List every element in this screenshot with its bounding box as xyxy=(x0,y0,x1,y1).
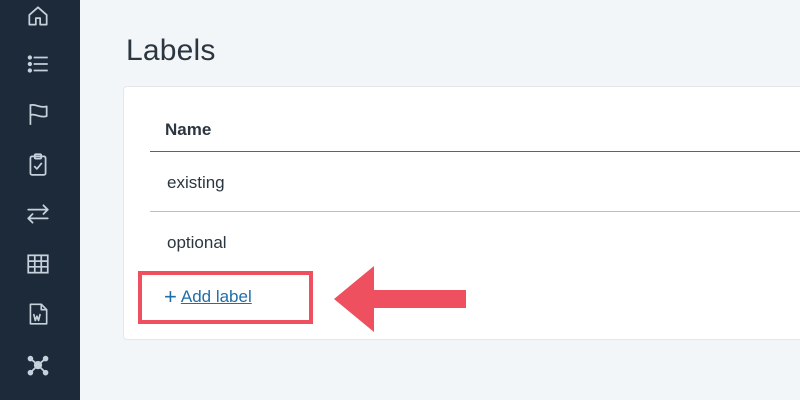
list-icon[interactable] xyxy=(22,48,54,80)
sidebar xyxy=(0,0,80,400)
clipboard-check-icon[interactable] xyxy=(22,148,54,180)
annotation-arrow-icon xyxy=(334,266,466,332)
name-column-header[interactable]: Name xyxy=(165,120,211,140)
table-grid-icon[interactable] xyxy=(22,248,54,280)
flag-icon[interactable] xyxy=(22,98,54,130)
page-title: Labels xyxy=(126,34,216,67)
word-document-icon[interactable] xyxy=(22,298,54,330)
annotation-highlight-box xyxy=(138,271,313,324)
home-icon[interactable] xyxy=(22,0,54,32)
label-name: existing xyxy=(167,173,225,192)
swap-arrows-icon[interactable] xyxy=(22,198,54,230)
table-row[interactable]: optional xyxy=(150,212,800,272)
network-nodes-icon[interactable] xyxy=(22,348,54,380)
label-name: optional xyxy=(167,233,227,252)
table-row[interactable]: existing xyxy=(150,152,800,212)
